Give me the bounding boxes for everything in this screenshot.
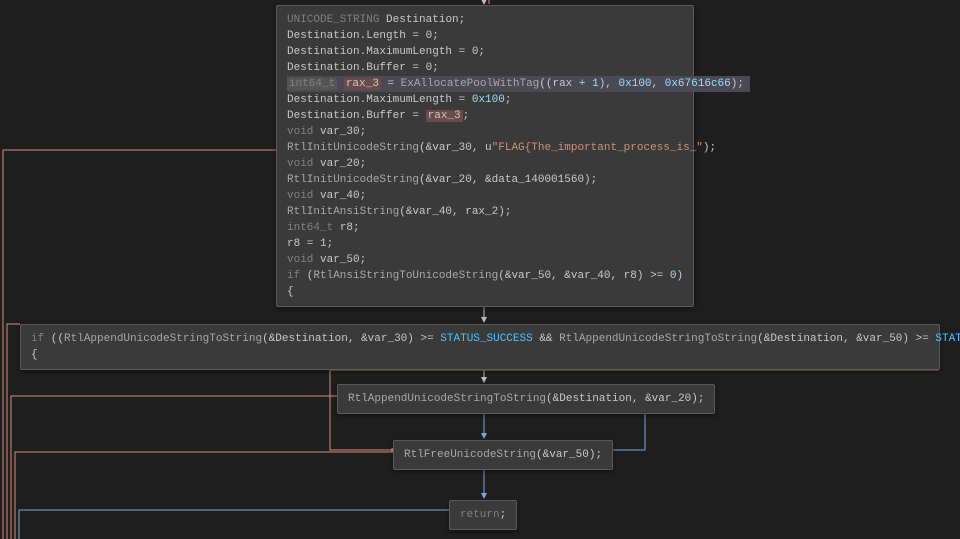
code-line: if (RtlAnsiStringToUnicodeString(&var_50… [287,268,683,284]
code-line: RtlAppendUnicodeStringToString(&Destinat… [348,391,704,407]
code-block-if[interactable]: if ((RtlAppendUnicodeStringToString(&Des… [20,324,940,370]
code-line: int64_t r8; [287,220,683,236]
code-line: Destination.MaximumLength = 0x100; [287,92,683,108]
code-line: return; [460,507,506,523]
code-line: Destination.Length = 0; [287,28,683,44]
code-line: RtlInitUnicodeString(&var_30, u"FLAG{The… [287,140,683,156]
code-line: void var_20; [287,156,683,172]
code-line: r8 = 1; [287,236,683,252]
code-line: Destination.Buffer = rax_3; [287,108,683,124]
code-block-return[interactable]: return; [449,500,517,530]
code-line-selected: int64_t rax_3 = ExAllocatePoolWithTag((r… [287,76,683,92]
code-line: RtlFreeUnicodeString(&var_50); [404,447,602,463]
code-line: { [287,284,683,300]
code-line: UNICODE_STRING Destination; [287,12,683,28]
code-line: if ((RtlAppendUnicodeStringToString(&Des… [31,331,929,347]
code-line: Destination.MaximumLength = 0; [287,44,683,60]
code-line: void var_40; [287,188,683,204]
code-line: RtlInitAnsiString(&var_40, rax_2); [287,204,683,220]
code-line: void var_50; [287,252,683,268]
code-block-main[interactable]: UNICODE_STRING Destination; Destination.… [276,5,694,307]
code-line: void var_30; [287,124,683,140]
code-line: { [31,347,929,363]
code-line: Destination.Buffer = 0; [287,60,683,76]
code-block-append[interactable]: RtlAppendUnicodeStringToString(&Destinat… [337,384,715,414]
code-block-free[interactable]: RtlFreeUnicodeString(&var_50); [393,440,613,470]
code-line: RtlInitUnicodeString(&var_20, &data_1400… [287,172,683,188]
